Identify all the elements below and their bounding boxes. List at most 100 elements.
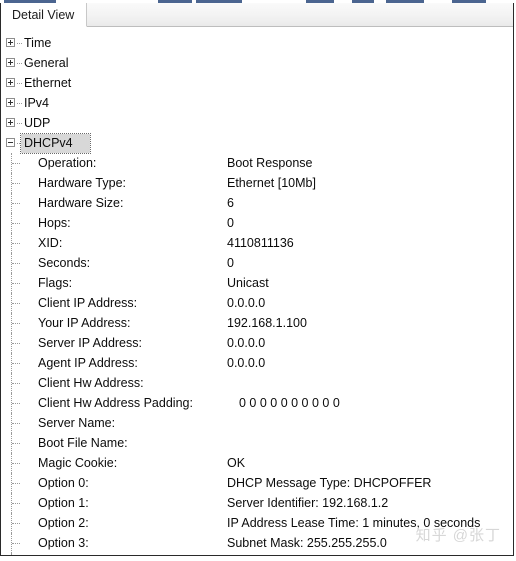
field-value: Router: 192.168.1.10	[227, 553, 344, 555]
field-value: 6	[227, 196, 234, 210]
field-row-agent-ip-address[interactable]: Agent IP Address: 0.0.0.0	[1, 353, 513, 373]
field-value: DHCP Message Type: DHCPOFFER	[227, 476, 432, 490]
field-value: 0 0 0 0 0 0 0 0 0 0	[239, 396, 340, 410]
tree-connector	[12, 483, 20, 484]
field-key: Seconds:	[38, 256, 91, 270]
field-value: Subnet Mask: 255.255.255.0	[227, 536, 387, 550]
field-key: Client Hw Address:	[38, 376, 144, 390]
field-value: 0	[227, 216, 234, 230]
tree-connector	[12, 523, 20, 524]
tree-connector	[12, 263, 20, 264]
tree-node-label: DHCPv4	[20, 133, 91, 154]
detail-view-window: Detail View Time General Ethernet IPv4 U…	[0, 0, 516, 561]
field-key: Your IP Address:	[38, 316, 131, 330]
field-row-flags[interactable]: Flags: Unicast	[1, 273, 513, 293]
field-row-client-hw-address[interactable]: Client Hw Address:	[1, 373, 513, 393]
field-key: Hops:	[38, 216, 71, 230]
tree-connector	[17, 43, 22, 45]
tree-connector	[12, 303, 20, 304]
tree-connector	[12, 323, 20, 324]
field-row-client-hw-address-padding[interactable]: Client Hw Address Padding: 0 0 0 0 0 0 0…	[1, 393, 513, 413]
detail-tree[interactable]: Time General Ethernet IPv4 UDP DHCPv4 Op…	[1, 27, 513, 555]
tree-connector	[12, 403, 20, 404]
expand-plus-icon[interactable]	[6, 58, 15, 67]
field-row-operation[interactable]: Operation: Boot Response	[1, 153, 513, 173]
tab-detail-view[interactable]: Detail View	[1, 3, 88, 27]
field-key: XID:	[38, 236, 63, 250]
field-key: Option 1:	[38, 496, 89, 510]
field-row-option-3[interactable]: Option 3: Subnet Mask: 255.255.255.0	[1, 533, 513, 553]
tree-node-dhcpv4[interactable]: DHCPv4	[1, 133, 513, 154]
field-row-server-ip-address[interactable]: Server IP Address: 0.0.0.0	[1, 333, 513, 353]
field-value: Server Identifier: 192.168.1.2	[227, 496, 389, 510]
tree-node-ipv4[interactable]: IPv4	[1, 93, 513, 113]
tree-connector	[12, 423, 20, 424]
field-value: IP Address Lease Time: 1 minutes, 0 seco…	[227, 516, 481, 530]
field-value: 0.0.0.0	[227, 296, 266, 310]
tree-connector	[17, 83, 22, 85]
field-row-server-name[interactable]: Server Name:	[1, 413, 513, 433]
field-key: Server IP Address:	[38, 336, 142, 350]
field-key: Boot File Name:	[38, 436, 128, 450]
tree-connector	[12, 503, 20, 504]
field-row-client-ip-address[interactable]: Client IP Address: 0.0.0.0	[1, 293, 513, 313]
tree-node-ethernet[interactable]: Ethernet	[1, 73, 513, 93]
tree-node-time[interactable]: Time	[1, 33, 513, 53]
field-value: 0.0.0.0	[227, 336, 266, 350]
field-key: Server Name:	[38, 416, 116, 430]
expand-plus-icon[interactable]	[6, 98, 15, 107]
field-row-option-4[interactable]: Option 4: Router: 192.168.1.10	[1, 553, 513, 555]
tree-connector	[12, 543, 20, 544]
field-row-option-2[interactable]: Option 2: IP Address Lease Time: 1 minut…	[1, 513, 513, 533]
field-row-option-0[interactable]: Option 0: DHCP Message Type: DHCPOFFER	[1, 473, 513, 493]
tree-node-label: IPv4	[24, 96, 50, 110]
field-value: 4110811136	[227, 236, 294, 250]
field-key: Option 0:	[38, 476, 89, 490]
tree-connector	[12, 243, 20, 244]
tree-connector	[12, 203, 20, 204]
expand-plus-icon[interactable]	[6, 38, 15, 47]
field-row-seconds[interactable]: Seconds: 0	[1, 253, 513, 273]
field-key: Option 4:	[38, 553, 89, 555]
field-key: Client IP Address:	[38, 296, 138, 310]
tree-connector	[12, 183, 20, 184]
detail-view-panel: Detail View Time General Ethernet IPv4 U…	[0, 3, 514, 556]
field-value: 0.0.0.0	[227, 356, 266, 370]
tree-connector	[17, 63, 22, 65]
expand-plus-icon[interactable]	[6, 78, 15, 87]
field-key: Agent IP Address:	[38, 356, 138, 370]
field-value: Unicast	[227, 276, 269, 290]
field-row-hardware-size[interactable]: Hardware Size: 6	[1, 193, 513, 213]
field-row-magic-cookie[interactable]: Magic Cookie: OK	[1, 453, 513, 473]
field-row-boot-file-name[interactable]: Boot File Name:	[1, 433, 513, 453]
field-value: Ethernet [10Mb]	[227, 176, 316, 190]
tree-node-label: UDP	[24, 116, 51, 130]
field-row-xid[interactable]: XID: 4110811136	[1, 233, 513, 253]
tree-connector	[17, 123, 22, 125]
tab-strip: Detail View	[1, 3, 513, 27]
field-row-hardware-type[interactable]: Hardware Type: Ethernet [10Mb]	[1, 173, 513, 193]
tree-node-label: General	[24, 56, 69, 70]
field-row-hops[interactable]: Hops: 0	[1, 213, 513, 233]
field-value: 192.168.1.100	[227, 316, 307, 330]
tree-node-label: Ethernet	[24, 76, 72, 90]
field-key: Client Hw Address Padding:	[38, 396, 193, 410]
field-key: Hardware Type:	[38, 176, 127, 190]
tab-label: Detail View	[12, 7, 75, 22]
collapse-minus-icon[interactable]	[6, 138, 15, 147]
field-key: Flags:	[38, 276, 73, 290]
field-key: Magic Cookie:	[38, 456, 118, 470]
field-value: 0	[227, 256, 234, 270]
tree-node-general[interactable]: General	[1, 53, 513, 73]
field-row-option-1[interactable]: Option 1: Server Identifier: 192.168.1.2	[1, 493, 513, 513]
tree-line	[11, 553, 13, 555]
expand-plus-icon[interactable]	[6, 118, 15, 127]
tree-node-udp[interactable]: UDP	[1, 113, 513, 133]
tree-connector	[12, 383, 20, 384]
tree-connector	[12, 443, 20, 444]
field-key: Option 3:	[38, 536, 89, 550]
tree-connector	[12, 223, 20, 224]
field-value: Boot Response	[227, 156, 313, 170]
field-row-your-ip-address[interactable]: Your IP Address: 192.168.1.100	[1, 313, 513, 333]
tree-node-label: Time	[24, 36, 52, 50]
